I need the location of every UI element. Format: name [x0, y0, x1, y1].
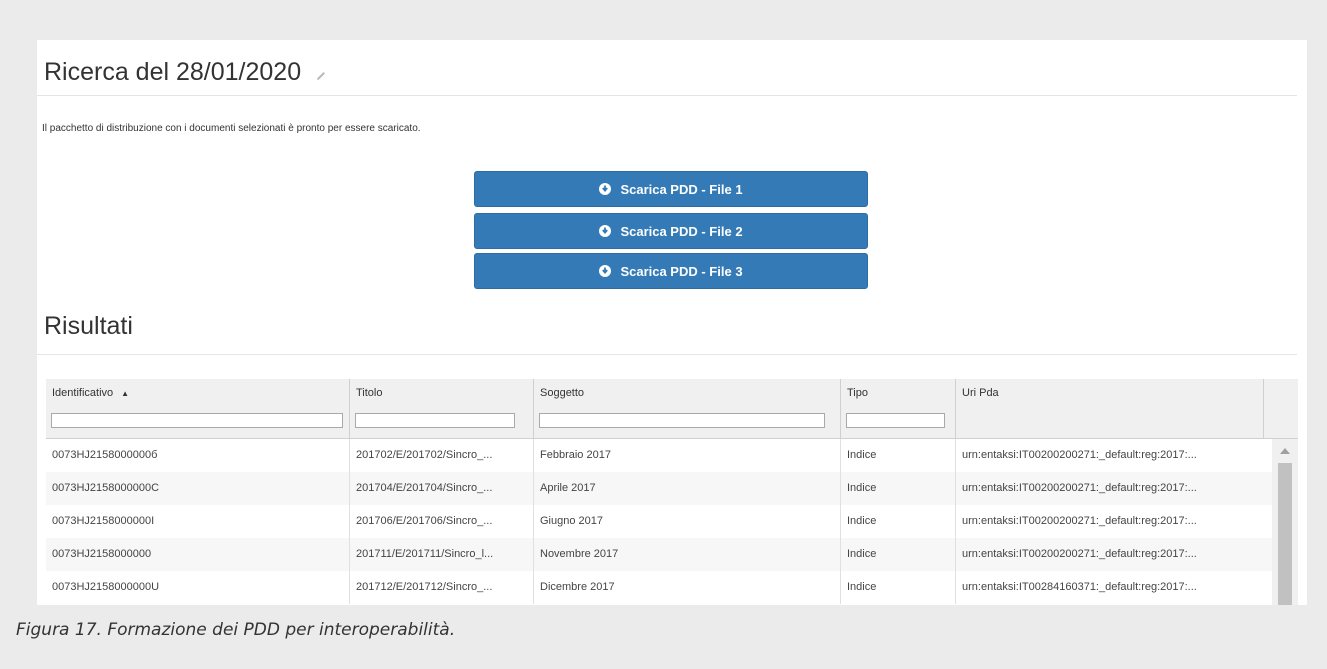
- cell-titolo: 201702/E/201702/Sincro_...: [350, 439, 534, 472]
- download-pdd-file-2-label: Scarica PDD - File 2: [620, 223, 743, 239]
- cell-uri-pda: urn:entaksi:IT00284160371:_default:reg:2…: [962, 581, 1197, 593]
- cell-uri-pda: urn:entaksi:IT00200200271:_default:reg:2…: [962, 515, 1197, 527]
- download-circle-icon: [599, 225, 612, 237]
- download-pdd-file-3-label: Scarica PDD - File 3: [620, 263, 743, 279]
- download-pdd-file-2-button[interactable]: Scarica PDD - File 2: [474, 213, 868, 249]
- column-header-titolo[interactable]: Titolo: [350, 379, 534, 438]
- cell-soggetto: Dicembre 2017: [534, 571, 841, 604]
- table-row[interactable]: 0073HJ2158000000I 201706/E/201706/Sincro…: [46, 505, 1272, 538]
- download-circle-icon: [599, 183, 612, 195]
- cell-titolo: 201711/E/201711/Sincro_l...: [350, 538, 534, 571]
- cell-soggetto: Giugno 2017: [534, 505, 841, 538]
- filter-input-titolo[interactable]: [355, 413, 515, 428]
- column-label: Soggetto: [540, 387, 585, 399]
- cell-soggetto: Novembre 2017: [534, 538, 841, 571]
- results-grid: Identificativo ▲ Titolo Soggetto Tipo Ur…: [46, 379, 1298, 605]
- search-result-panel: Ricerca del 28/01/2020 Il pacchetto di d…: [37, 40, 1307, 605]
- cell-identificativo: 0073HJ2158000000б: [46, 439, 350, 472]
- cell-identificativo: 0073HJ2158000000U: [46, 571, 350, 604]
- cell-identificativo: 0073HJ2158000000: [46, 538, 350, 571]
- cell-uri-pda: urn:entaksi:IT00200200271:_default:reg:2…: [962, 548, 1197, 560]
- table-row[interactable]: 0073HJ2158000000C 201704/E/201704/Sincro…: [46, 472, 1272, 505]
- cell-titolo: 201704/E/201704/Sincro_...: [350, 472, 534, 505]
- table-row[interactable]: 0073HJ2158000000б 201702/E/201702/Sincro…: [46, 439, 1272, 472]
- cell-tipo: Indice: [841, 439, 956, 472]
- grid-header: Identificativo ▲ Titolo Soggetto Tipo Ur…: [46, 379, 1298, 439]
- page-title: Ricerca del 28/01/2020: [44, 56, 327, 89]
- filter-input-soggetto[interactable]: [539, 413, 825, 428]
- sort-ascending-icon[interactable]: ▲: [121, 389, 129, 398]
- cell-titolo: 201712/E/201712/Sincro_...: [350, 571, 534, 604]
- filter-input-tipo[interactable]: [846, 413, 945, 428]
- column-header-soggetto[interactable]: Soggetto: [534, 379, 841, 438]
- download-pdd-file-3-button[interactable]: Scarica PDD - File 3: [474, 253, 868, 289]
- filter-input-identificativo[interactable]: [51, 413, 343, 428]
- column-header-uri-pda[interactable]: Uri Pda: [956, 379, 1264, 438]
- cell-uri-pda: urn:entaksi:IT00200200271:_default:reg:2…: [962, 449, 1197, 461]
- download-pdd-file-1-label: Scarica PDD - File 1: [620, 181, 743, 197]
- edit-pencil-icon[interactable]: [315, 60, 327, 89]
- cell-soggetto: Aprile 2017: [534, 472, 841, 505]
- vertical-scrollbar[interactable]: [1272, 439, 1298, 605]
- download-pdd-file-1-button[interactable]: Scarica PDD - File 1: [474, 171, 868, 207]
- scroll-up-arrow-icon[interactable]: [1280, 448, 1290, 454]
- title-divider: [37, 95, 1297, 96]
- column-label: Identificativo: [52, 387, 114, 399]
- cell-tipo: Indice: [841, 571, 956, 604]
- table-row[interactable]: 0073HJ2158000000 201711/E/201711/Sincro_…: [46, 538, 1272, 571]
- column-label: Uri Pda: [962, 387, 999, 399]
- download-circle-icon: [599, 265, 612, 277]
- column-label: Titolo: [356, 387, 383, 399]
- cell-titolo: 201706/E/201706/Sincro_...: [350, 505, 534, 538]
- results-title: Risultati: [44, 312, 133, 340]
- cell-tipo: Indice: [841, 538, 956, 571]
- results-divider: [37, 354, 1297, 355]
- cell-uri-pda: urn:entaksi:IT00200200271:_default:reg:2…: [962, 482, 1197, 494]
- cell-tipo: Indice: [841, 505, 956, 538]
- cell-soggetto: Febbraio 2017: [534, 439, 841, 472]
- cell-tipo: Indice: [841, 472, 956, 505]
- table-row[interactable]: 0073HJ2158000000U 201712/E/201712/Sincro…: [46, 571, 1272, 604]
- column-label: Tipo: [847, 387, 868, 399]
- column-header-identificativo[interactable]: Identificativo ▲: [46, 379, 350, 438]
- ready-notice: Il pacchetto di distribuzione con i docu…: [42, 123, 421, 134]
- scrollbar-thumb[interactable]: [1278, 463, 1292, 605]
- cell-identificativo: 0073HJ2158000000I: [46, 505, 350, 538]
- cell-identificativo: 0073HJ2158000000C: [46, 472, 350, 505]
- column-header-tipo[interactable]: Tipo: [841, 379, 956, 438]
- page-title-text: Ricerca del 28/01/2020: [44, 58, 302, 86]
- figure-caption: Figura 17. Formazione dei PDD per intero…: [16, 620, 456, 640]
